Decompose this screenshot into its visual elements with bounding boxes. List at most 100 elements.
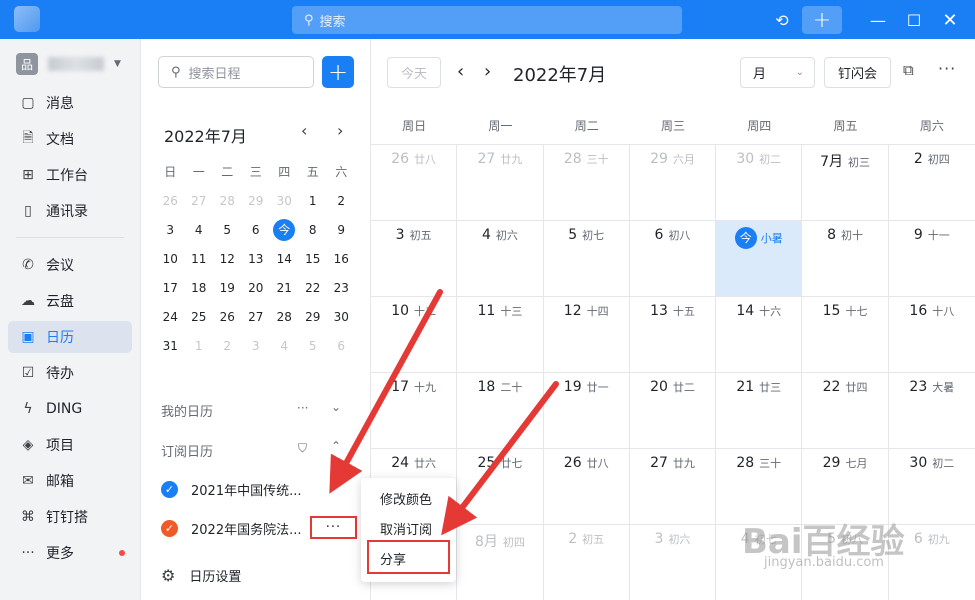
mini-day-cell[interactable]: 3 [242, 339, 271, 353]
mini-day-cell[interactable]: 18 [185, 281, 214, 295]
view-mode-select[interactable]: 月 ⌄ [740, 57, 815, 88]
checkbox-checked-icon[interactable]: ✓ [161, 520, 178, 537]
nav-item[interactable]: ✉ 邮箱 [8, 465, 132, 497]
mini-day-cell[interactable]: 5 [213, 223, 242, 237]
mini-day-cell[interactable]: 13 [242, 252, 271, 266]
day-cell[interactable]: 3 初六 [630, 525, 717, 600]
nav-item[interactable]: ◈ 项目 [8, 429, 132, 461]
close-icon[interactable]: ✕ [938, 6, 962, 34]
mini-day-cell[interactable]: 30 [270, 194, 299, 208]
mini-day-cell[interactable]: 16 [327, 252, 356, 266]
day-cell[interactable]: 29 六月 [629, 145, 717, 221]
mini-day-cell[interactable]: 15 [299, 252, 328, 266]
mini-day-cell[interactable]: 9 [327, 223, 356, 237]
mini-day-cell[interactable]: 19 [213, 281, 242, 295]
mini-day-cell[interactable]: 1 [185, 339, 214, 353]
more-horizontal-icon[interactable]: ··· [938, 59, 956, 78]
mini-day-cell[interactable]: 4 [185, 223, 214, 237]
mini-day-cell[interactable]: 11 [185, 252, 214, 266]
mini-day-cell[interactable]: 22 [299, 281, 328, 295]
chevron-right-icon[interactable]: › [484, 61, 491, 82]
chevron-up-icon[interactable]: ⌃ [331, 439, 341, 453]
chevron-left-icon[interactable]: ‹ [457, 61, 464, 82]
bookmark-icon[interactable]: ⛉ [298, 441, 307, 456]
mini-day-cell[interactable]: 3 [156, 223, 185, 237]
mini-day-cell[interactable]: 25 [185, 310, 214, 324]
day-cell[interactable]: 17 十九 [371, 373, 458, 449]
day-cell[interactable]: 25 廿七 [457, 449, 544, 525]
mini-day-cell[interactable]: 5 [299, 339, 328, 353]
day-cell[interactable]: 4 初六 [457, 221, 544, 297]
org-switcher[interactable]: 品 ▼ [16, 53, 121, 75]
day-cell[interactable]: 10 十二 [371, 297, 458, 373]
day-cell[interactable]: 8 初十 [802, 221, 889, 297]
day-cell[interactable]: 27 廿九 [457, 145, 544, 221]
nav-item[interactable]: ⌘ 钉钉搭 [8, 501, 132, 533]
mini-day-cell[interactable]: 21 [270, 281, 299, 295]
mini-day-cell[interactable]: 28 [213, 194, 242, 208]
mini-day-cell[interactable]: 6 [242, 223, 271, 237]
day-cell[interactable]: 13 十五 [629, 297, 717, 373]
calendar-settings-button[interactable]: ⚙ 日历设置 [161, 566, 241, 585]
nav-item[interactable]: ☁ 云盘 [8, 285, 132, 317]
search-schedule-input[interactable]: ⚲ 搜索日程 [158, 56, 314, 88]
mini-day-cell[interactable]: 27 [185, 194, 214, 208]
day-cell[interactable]: 7月 初三 [802, 145, 889, 221]
day-cell[interactable]: 5 初七 [543, 221, 630, 297]
mini-day-cell[interactable]: 6 [327, 339, 356, 353]
today-button[interactable]: 今天 [387, 57, 441, 88]
mini-day-cell[interactable]: 26 [156, 194, 185, 208]
day-cell[interactable]: 28 三十 [543, 145, 630, 221]
mini-day-cell[interactable]: 29 [299, 310, 328, 324]
day-cell[interactable]: 27 廿九 [629, 449, 717, 525]
day-cell[interactable]: 26 廿八 [371, 145, 458, 221]
mini-day-cell[interactable]: 17 [156, 281, 185, 295]
mini-day-cell[interactable]: 8 [299, 223, 328, 237]
day-cell[interactable]: 30 初二 [716, 145, 803, 221]
create-button[interactable]: + [802, 6, 842, 34]
day-cell[interactable]: 3 初五 [371, 221, 458, 297]
nav-item[interactable]: ☑ 待办 [8, 357, 132, 389]
mini-day-cell[interactable]: 24 [156, 310, 185, 324]
nav-item[interactable]: ▢ 消息 [8, 87, 132, 119]
mini-day-cell[interactable]: 今 [270, 218, 299, 241]
day-cell[interactable]: 9 十一 [888, 221, 975, 297]
nav-item[interactable]: ··· 更多 [8, 537, 132, 569]
day-cell[interactable]: 23 大暑 [888, 373, 975, 449]
chevron-down-icon[interactable]: ⌄ [331, 400, 341, 414]
flash-meeting-button[interactable]: 钉闪会 [824, 57, 891, 88]
nav-item[interactable]: 🗎 文档 [8, 123, 132, 155]
mini-day-cell[interactable]: 26 [213, 310, 242, 324]
day-cell[interactable]: 15 十七 [802, 297, 889, 373]
global-search-input[interactable]: ⚲ 搜索 [292, 6, 682, 34]
mini-day-cell[interactable]: 14 [270, 252, 299, 266]
mini-day-cell[interactable]: 20 [242, 281, 271, 295]
day-cell[interactable]: 16 十八 [888, 297, 975, 373]
mini-day-cell[interactable]: 12 [213, 252, 242, 266]
day-cell[interactable]: 11 十三 [457, 297, 544, 373]
mini-day-cell[interactable]: 2 [327, 194, 356, 208]
day-cell[interactable]: 20 廿二 [629, 373, 717, 449]
day-cell[interactable]: 2 初五 [544, 525, 630, 600]
mini-day-cell[interactable]: 2 [213, 339, 242, 353]
day-cell[interactable]: 6 初八 [629, 221, 717, 297]
menu-item-share[interactable]: 分享 [361, 544, 456, 572]
day-cell[interactable]: 2 初四 [888, 145, 975, 221]
subscribed-calendar-item[interactable]: ✓ 2022年国务院法... [161, 519, 301, 538]
day-cell[interactable]: 22 廿四 [802, 373, 889, 449]
calendar-more-button[interactable]: ··· [310, 516, 357, 539]
history-icon[interactable]: ⟲ [770, 6, 794, 34]
day-cell[interactable]: 12 十四 [543, 297, 630, 373]
mini-day-cell[interactable]: 31 [156, 339, 185, 353]
mini-day-cell[interactable]: 4 [270, 339, 299, 353]
add-event-button[interactable]: + [322, 56, 354, 88]
nav-item[interactable]: ⊞ 工作台 [8, 159, 132, 191]
chevron-right-icon[interactable]: › [337, 121, 343, 140]
chevron-left-icon[interactable]: ‹ [301, 121, 307, 140]
day-cell[interactable]: 19 廿一 [543, 373, 630, 449]
nav-item[interactable]: ✆ 会议 [8, 249, 132, 281]
mini-day-cell[interactable]: 28 [270, 310, 299, 324]
day-cell[interactable]: 14 十六 [716, 297, 803, 373]
minimize-icon[interactable]: — [866, 6, 890, 34]
menu-item-change-color[interactable]: 修改颜色 [361, 484, 456, 512]
